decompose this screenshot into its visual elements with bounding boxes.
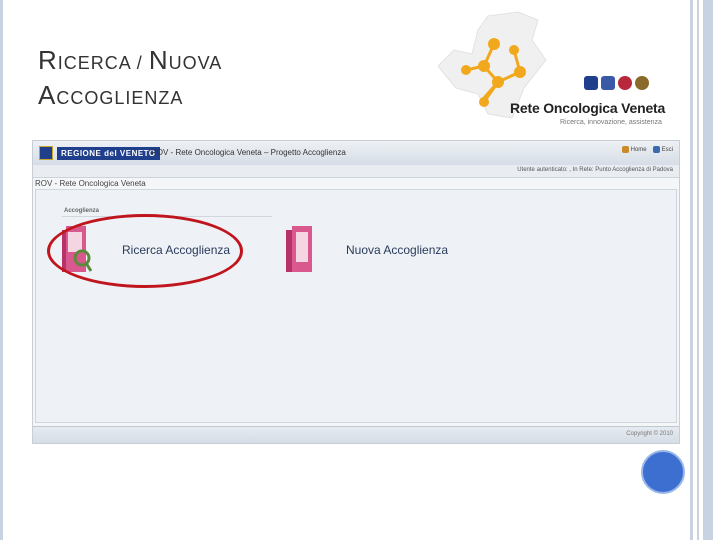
home-link[interactable]: Home — [621, 146, 647, 153]
copyright: Copyright © 2010 — [626, 431, 673, 437]
section-divider — [62, 216, 272, 217]
accoglienza-panel: Accoglienza Ricerca Accoglienza Nuova Ac… — [35, 189, 677, 423]
app-top-bar: REGIONE del VENETO ROV - Rete Oncologica… — [33, 141, 679, 166]
region-brand: REGIONE del VENETO — [39, 145, 160, 161]
app-footer-bar: Copyright © 2010 — [33, 426, 679, 443]
exit-link[interactable]: Esci — [652, 146, 673, 153]
title-initial-r: R — [38, 45, 58, 75]
exit-icon — [652, 146, 660, 153]
section-title: Accoglienza — [64, 208, 100, 214]
title-text-nuova: UOVA — [168, 53, 223, 73]
app-window: REGIONE del VENETO ROV - Rete Oncologica… — [32, 140, 680, 444]
right-border-rule-2 — [697, 0, 699, 540]
nuova-accoglienza-tile[interactable]: Nuova Accoglienza — [284, 224, 448, 276]
partner-badges — [584, 76, 649, 90]
title-text-ricerca: ICERCA / — [57, 53, 149, 73]
right-border-rule-3 — [703, 0, 713, 540]
exit-link-label: Esci — [661, 146, 673, 153]
title-initial-n: N — [148, 45, 169, 75]
slide-navigation-dot[interactable] — [641, 450, 685, 494]
top-links: Home Esci — [621, 146, 673, 153]
region-emblem-icon — [39, 146, 53, 160]
ricerca-accoglienza-tile[interactable]: Ricerca Accoglienza — [60, 224, 230, 276]
title-initial-a: A — [38, 80, 57, 110]
user-info-bar: Utente autenticato: , In Rete: Punto Acc… — [33, 165, 679, 178]
nuova-accoglienza-label: Nuova Accoglienza — [346, 243, 449, 257]
badge-seal-icon — [635, 76, 649, 90]
app-title: ROV - Rete Oncologica Veneta – Progetto … — [151, 148, 346, 157]
left-border-rule — [0, 0, 3, 540]
breadcrumb[interactable]: ROV - Rete Oncologica Veneta — [35, 179, 146, 188]
slide-title: RICERCA / NUOVA ACCOGLIENZA — [38, 44, 222, 114]
search-folder-icon — [62, 226, 92, 272]
user-info: Utente autenticato: , In Rete: Punto Acc… — [517, 167, 673, 173]
new-folder-icon — [286, 226, 312, 272]
badge-university-icon — [618, 76, 632, 90]
slide-title-line-2: ACCOGLIENZA — [38, 79, 222, 114]
home-icon — [621, 146, 629, 153]
region-label: REGIONE del VENETO — [57, 146, 160, 160]
slide-title-line-1: RICERCA / NUOVA — [38, 44, 222, 79]
logo-name: Rete Oncologica Veneta — [510, 100, 666, 116]
ricerca-accoglienza-label: Ricerca Accoglienza — [122, 243, 231, 257]
right-border-rule-1 — [690, 0, 693, 540]
home-link-label: Home — [630, 146, 647, 153]
badge-regione-icon — [584, 76, 598, 90]
badge-institute-icon — [601, 76, 615, 90]
logo-tagline: Ricerca, innovazione, assistenza — [560, 119, 662, 126]
title-text-accoglienza: CCOGLIENZA — [56, 88, 184, 108]
